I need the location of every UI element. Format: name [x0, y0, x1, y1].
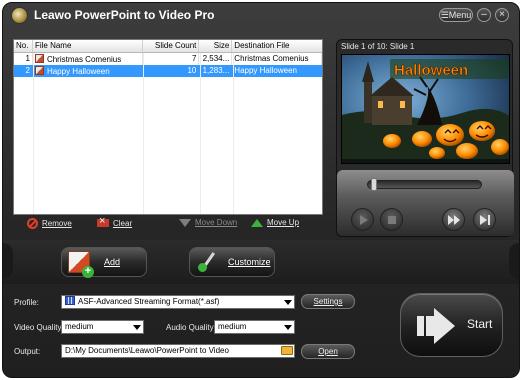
profile-label: Profile: — [14, 298, 39, 307]
slide-heading: Halloween — [394, 62, 468, 79]
preview-panel: Slide 1 of 10: Slide 1 Halloween — [336, 39, 514, 237]
playback-controls — [337, 170, 514, 236]
play-icon — [360, 215, 368, 225]
column-header-slide-count[interactable]: Slide Count — [143, 40, 200, 52]
file-row-1[interactable]: 1 Christmas Comenius 7 2,534... Christma… — [14, 53, 322, 65]
customize-button[interactable]: Customize — [189, 247, 275, 277]
menu-label: Menu — [448, 10, 472, 20]
folder-icon[interactable] — [281, 346, 293, 355]
fast-forward-button[interactable] — [442, 208, 465, 231]
left-notch — [3, 243, 13, 279]
ppt-file-icon — [34, 54, 44, 63]
video-quality-value: medium — [65, 322, 94, 331]
clear-label: Clear — [113, 218, 133, 228]
audio-quality-value: medium — [218, 322, 247, 331]
arrow-up-icon — [251, 218, 263, 227]
row-slide-count: 10 — [143, 65, 200, 77]
file-row-2[interactable]: 2 Happy Halloween 10 1,283... Happy Hall… — [14, 65, 322, 77]
file-list[interactable]: No. File Name Slide Count Size Destinati… — [13, 39, 323, 215]
move-down-label: Move Down — [195, 218, 238, 227]
seek-handle[interactable] — [371, 178, 378, 191]
video-quality-label: Video Quality: — [14, 323, 64, 332]
row-file-name: Christmas Comenius — [46, 55, 122, 64]
chevron-down-icon — [284, 300, 292, 305]
row-slide-count: 7 — [143, 53, 200, 65]
output-path-input[interactable]: D:\My Documents\Leawo\PowerPoint to Vide… — [61, 344, 295, 358]
close-button[interactable]: × — [495, 8, 509, 22]
slide-preview: Halloween — [341, 54, 510, 164]
right-notch — [509, 243, 519, 279]
stop-icon — [388, 216, 396, 224]
app-logo-icon — [11, 7, 28, 24]
chevron-down-icon — [133, 325, 141, 330]
row-file-name: Happy Halloween — [46, 67, 110, 76]
row-destination: Happy Halloween — [232, 65, 322, 77]
clear-icon — [97, 215, 109, 228]
row-destination: Christmas Comenius — [232, 53, 322, 65]
profile-select[interactable]: ASF-Advanced Streaming Format(*.asf) — [61, 295, 295, 309]
row-size: 2,534... — [199, 53, 233, 65]
open-label: Open — [318, 347, 338, 356]
column-divider — [200, 53, 201, 214]
remove-icon — [27, 218, 38, 229]
file-list-header: No. File Name Slide Count Size Destinati… — [14, 40, 322, 53]
halloween-slide-image: Halloween — [342, 55, 509, 163]
video-quality-select[interactable]: medium — [61, 320, 144, 334]
column-header-destination-file[interactable]: Destination File — [232, 40, 322, 52]
minimize-button[interactable]: – — [477, 8, 491, 22]
audio-quality-select[interactable]: medium — [214, 320, 295, 334]
start-arrow-icon — [417, 308, 455, 344]
title-bar[interactable]: Leawo PowerPoint to Video Pro ☰Menu – × — [3, 3, 519, 27]
start-label: Start — [467, 317, 493, 331]
seek-bar[interactable] — [367, 180, 482, 189]
menu-button[interactable]: ☰Menu — [439, 8, 473, 22]
arrow-down-icon — [179, 218, 191, 227]
profile-value: ASF-Advanced Streaming Format(*.asf) — [78, 297, 220, 306]
row-size: 1,283... — [199, 65, 233, 77]
skip-next-icon — [480, 215, 490, 225]
stop-button[interactable] — [380, 208, 403, 231]
profile-format-icon — [65, 296, 75, 305]
clear-button[interactable]: Clear — [97, 215, 133, 228]
ppt-file-icon — [34, 66, 44, 75]
next-slide-button[interactable] — [473, 208, 496, 231]
move-up-button[interactable]: Move Up — [251, 218, 299, 227]
remove-button[interactable]: Remove — [27, 218, 72, 229]
play-button[interactable] — [351, 208, 374, 231]
wand-icon — [196, 251, 218, 273]
slide-indicator: Slide 1 of 10: Slide 1 — [341, 42, 415, 51]
remove-label: Remove — [42, 219, 72, 228]
customize-label: Customize — [228, 257, 271, 267]
output-label: Output: — [14, 347, 41, 356]
move-down-button[interactable]: Move Down — [179, 218, 237, 227]
open-button[interactable]: Open — [301, 344, 355, 359]
add-button[interactable]: Add — [61, 247, 147, 278]
start-button[interactable]: Start — [400, 293, 503, 357]
settings-button[interactable]: Settings — [301, 294, 355, 309]
add-file-icon — [68, 251, 94, 278]
app-window: Leawo PowerPoint to Video Pro ☰Menu – × … — [2, 2, 520, 378]
list-toolbar: Remove Clear Move Down Move Up — [13, 215, 323, 232]
window-title: Leawo PowerPoint to Video Pro — [34, 8, 215, 22]
audio-quality-label: Audio Quality: — [166, 323, 216, 332]
column-divider — [33, 53, 34, 214]
column-header-size[interactable]: Size — [199, 40, 233, 52]
column-header-no[interactable]: No. — [14, 40, 33, 52]
add-label: Add — [104, 257, 121, 267]
column-divider — [233, 53, 234, 214]
settings-label: Settings — [313, 297, 343, 306]
row-number: 1 — [25, 54, 30, 63]
row-number: 2 — [25, 66, 30, 75]
menu-icon: ☰ — [440, 10, 449, 20]
column-header-file-name[interactable]: File Name — [33, 40, 143, 52]
fast-forward-icon — [448, 215, 460, 225]
column-divider — [143, 53, 144, 214]
output-path-value: D:\My Documents\Leawo\PowerPoint to Vide… — [65, 346, 229, 355]
move-up-label: Move Up — [267, 218, 300, 227]
chevron-down-icon — [284, 325, 292, 330]
